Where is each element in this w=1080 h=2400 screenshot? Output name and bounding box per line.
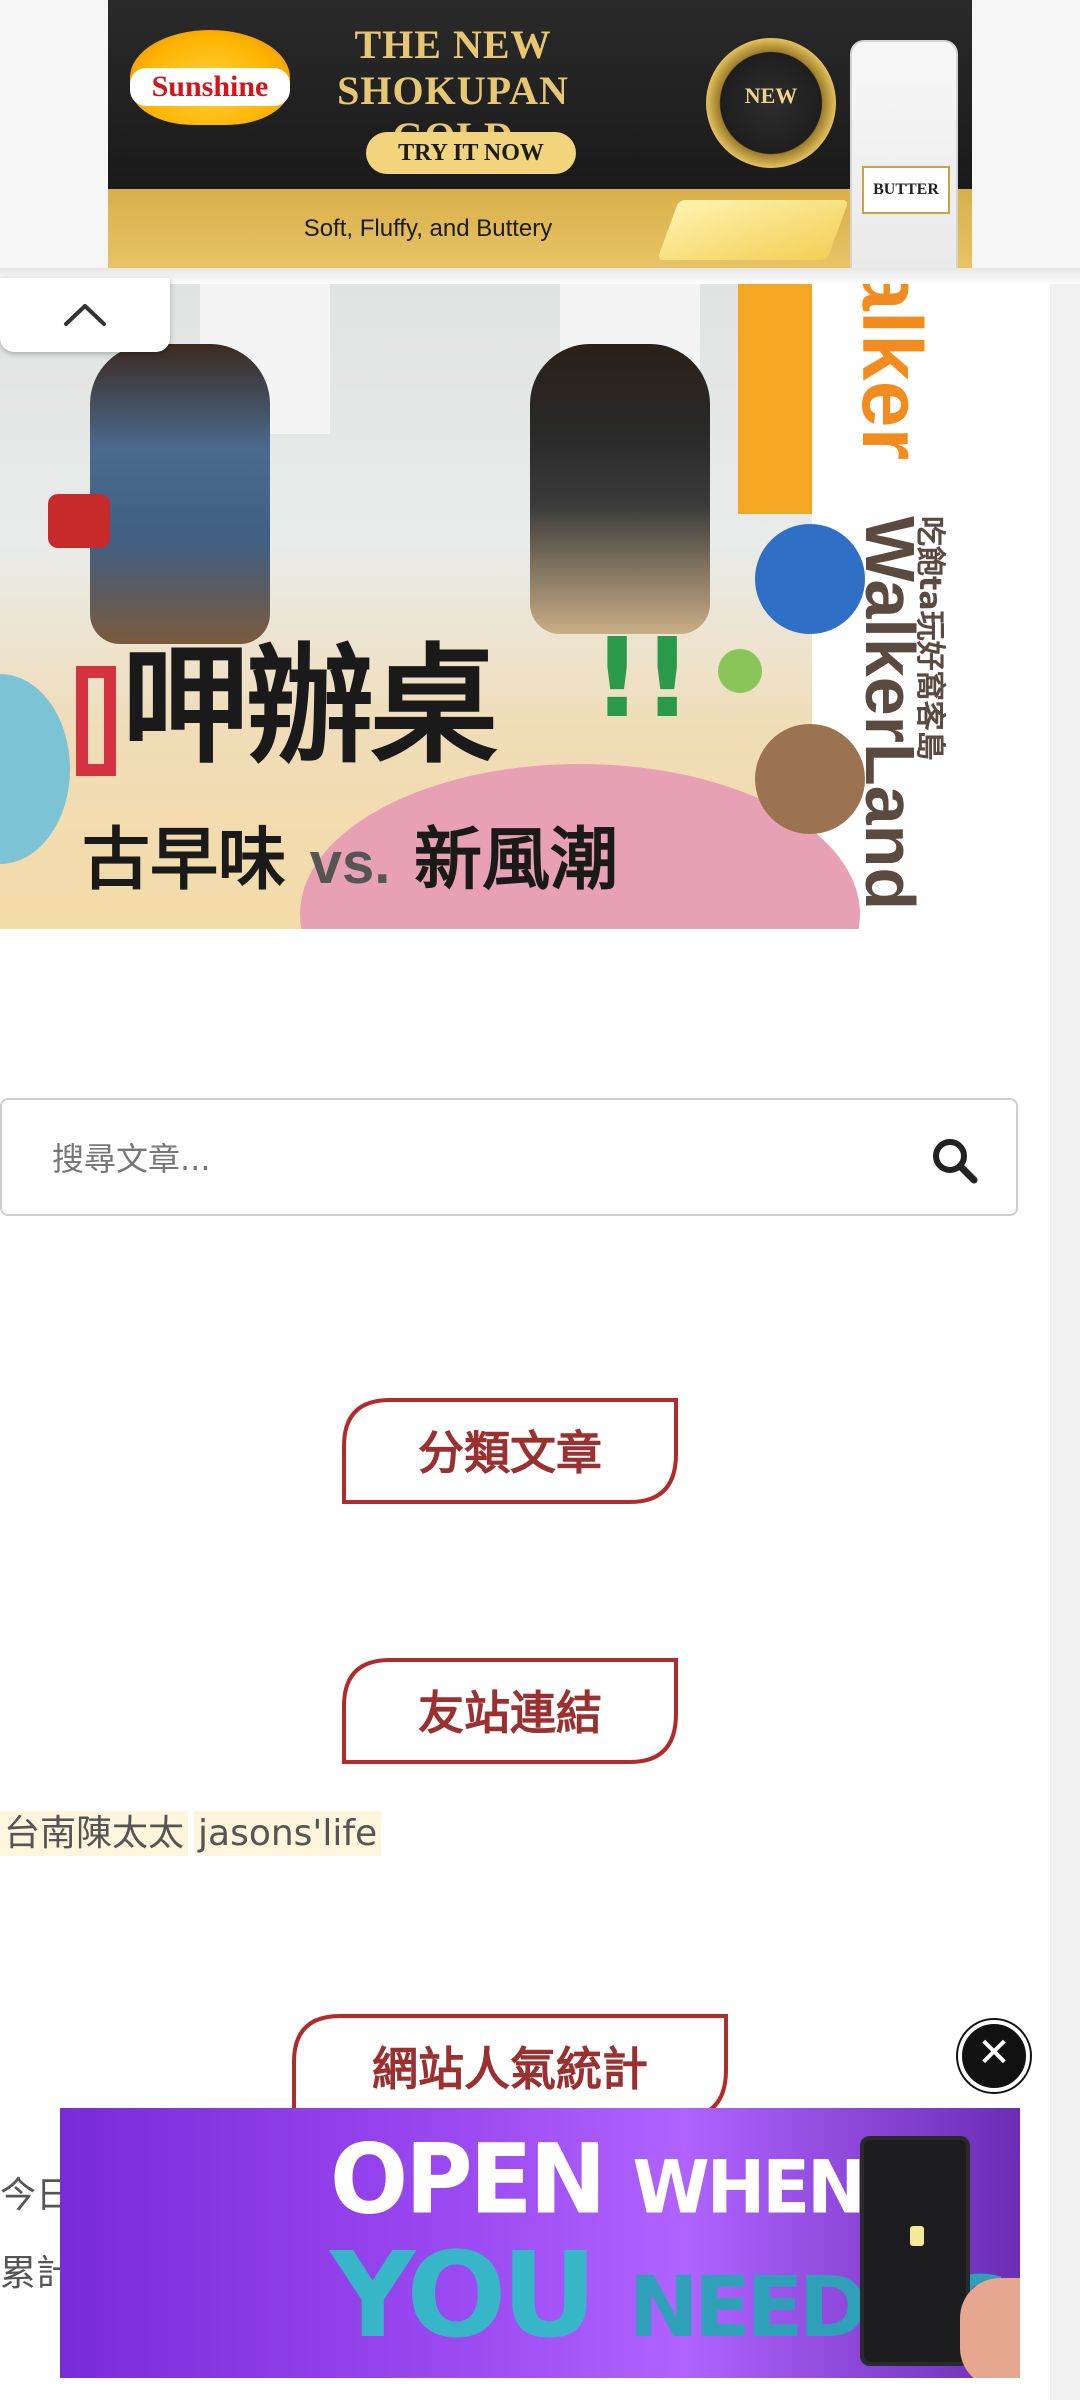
person-woman [90, 344, 270, 644]
decor-orange-block [738, 284, 812, 514]
heading-friend-links: 友站連結 [340, 1656, 680, 1764]
device-image [860, 2136, 970, 2366]
bread-bag-label: BUTTER [862, 166, 950, 214]
banner-photo: 呷辦桌 !! 古早味 vs. 新風潮 [0, 284, 860, 929]
walker-brand-orange: alker [845, 284, 939, 461]
blog-header-banner[interactable]: 呷辦桌 !! 古早味 vs. 新風潮 alker WalkerLand 吃飽ta… [0, 284, 1050, 929]
subtitle-vs: vs. [309, 831, 391, 896]
decor-lightblue-circle [0, 674, 70, 864]
close-icon[interactable]: ✕ [958, 2020, 1030, 2092]
friend-link-item[interactable]: jasons'life [194, 1811, 382, 1856]
bread-bag-image: BUTTER [850, 40, 958, 270]
banner-subtitle: 古早味 vs. 新風潮 [82, 804, 618, 903]
decor-red-box [76, 666, 116, 776]
search-box[interactable] [0, 1098, 1018, 1216]
heading-friend-links-label: 友站連結 [418, 1686, 602, 1740]
page-scroll-gutter [1050, 0, 1080, 2400]
heading-categories-label: 分類文章 [418, 1426, 602, 1480]
bottom-ad-line1: OPEN WHEN [330, 2123, 866, 2236]
banner-title: 呷辦桌 [122, 632, 498, 781]
hand-image [960, 2278, 1020, 2378]
walkerland-tagline: 吃飽ta玩好窩客島 [912, 516, 947, 761]
new-seal-badge: NEW [706, 38, 836, 168]
device-light [910, 2226, 924, 2246]
heading-stats-label: 網站人氣統計 [372, 2042, 648, 2096]
ad-word-you: YOU [330, 2226, 597, 2364]
butter-image [657, 200, 849, 260]
ad-tagline: Soft, Fluffy, and Buttery [303, 215, 553, 242]
friend-links-list: 台南陳太太 jasons'life [0, 1804, 382, 1856]
red-bag [48, 494, 110, 548]
ad-word-when: WHEN [632, 2144, 866, 2231]
person-man [530, 344, 710, 634]
collapse-tab[interactable] [0, 278, 170, 352]
ad-cta-button[interactable]: TRY IT NOW [366, 132, 576, 174]
top-ad-container: Sunshine THE NEW SHOKUPAN GOLD TRY IT NO… [0, 0, 1080, 270]
heading-categories: 分類文章 [340, 1396, 680, 1504]
friend-link-item[interactable]: 台南陳太太 [0, 1811, 189, 1856]
search-input[interactable] [50, 1130, 854, 1188]
sunshine-logo: Sunshine [130, 30, 290, 125]
chevron-up-icon[interactable] [62, 300, 108, 328]
ad-word-open: OPEN [330, 2123, 606, 2236]
decor-green-dot [718, 649, 762, 693]
heading-stats: 網站人氣統計 [290, 2012, 730, 2120]
search-icon[interactable] [930, 1136, 978, 1184]
bottom-ad-banner[interactable]: OPEN WHEN YOU NEED US [60, 2108, 1020, 2378]
seal-text: NEW [744, 83, 798, 108]
top-ad-banner[interactable]: Sunshine THE NEW SHOKUPAN GOLD TRY IT NO… [108, 0, 972, 270]
ad-brand-name: Sunshine [130, 68, 290, 106]
banner-title-accent: !! [592, 614, 693, 742]
subtitle-left: 古早味 [82, 821, 287, 900]
subtitle-right: 新風潮 [414, 821, 619, 900]
